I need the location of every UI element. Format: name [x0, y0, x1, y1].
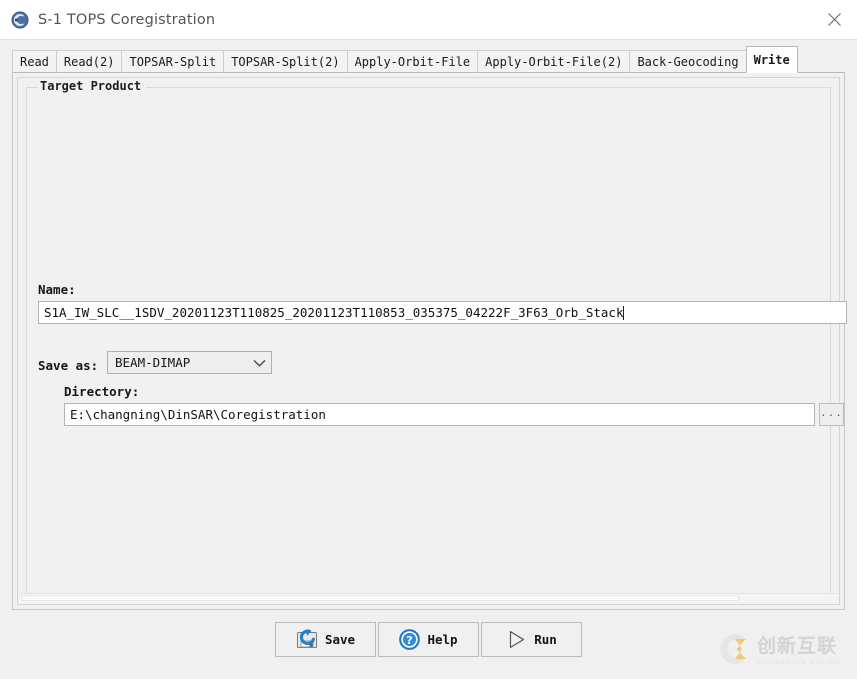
- chevron-down-icon: [247, 359, 271, 367]
- watermark-en-text: CHUANGXIN HULIAN: [757, 657, 841, 666]
- tab-topsar-split[interactable]: TOPSAR-Split: [121, 50, 224, 73]
- tab-strip-filler: [797, 50, 845, 73]
- name-input[interactable]: S1A_IW_SLC__1SDV_20201123T110825_2020112…: [38, 301, 847, 324]
- save-floppy-icon: [296, 629, 318, 650]
- directory-input-value: E:\changning\DinSAR\Coregistration: [70, 407, 326, 422]
- save-as-label: Save as:: [38, 358, 99, 373]
- save-as-format-value: BEAM-DIMAP: [115, 355, 191, 370]
- name-label: Name:: [38, 282, 76, 297]
- horizontal-scrollbar[interactable]: [19, 593, 838, 603]
- help-button-label: Help: [427, 632, 458, 647]
- write-tab-panel: Target Product Name: S1A_IW_SLC__1SDV_20…: [12, 73, 847, 610]
- write-tab-panel-inner: Target Product Name: S1A_IW_SLC__1SDV_20…: [17, 77, 847, 605]
- svg-text:?: ?: [407, 634, 413, 647]
- target-product-group-title: Target Product: [38, 79, 147, 93]
- help-button[interactable]: ? Help: [378, 622, 479, 657]
- tab-apply-orbit-file[interactable]: Apply-Orbit-File: [346, 50, 478, 73]
- directory-label: Directory:: [64, 384, 140, 399]
- tab-apply-orbit-file-2[interactable]: Apply-Orbit-File(2): [477, 50, 630, 73]
- horizontal-scrollbar-thumb[interactable]: [21, 595, 739, 601]
- help-question-icon: ?: [399, 629, 421, 650]
- close-icon[interactable]: [811, 0, 857, 39]
- directory-browse-button[interactable]: ...: [819, 403, 844, 426]
- target-product-group: Target Product Name: S1A_IW_SLC__1SDV_20…: [26, 79, 847, 596]
- directory-input[interactable]: E:\changning\DinSAR\Coregistration: [64, 403, 815, 426]
- tab-read[interactable]: Read: [12, 50, 56, 73]
- run-play-icon: [506, 629, 527, 650]
- dialog-button-row: Save ? Help Run: [0, 622, 857, 658]
- save-as-format-select[interactable]: BEAM-DIMAP: [107, 351, 272, 374]
- save-button-label: Save: [324, 632, 356, 647]
- save-button[interactable]: Save: [275, 622, 376, 657]
- tab-back-geocoding[interactable]: Back-Geocoding: [629, 50, 746, 73]
- tab-topsar-split-2[interactable]: TOPSAR-Split(2): [223, 50, 347, 73]
- title-bar: S-1 TOPS Coregistration: [0, 0, 857, 40]
- tab-strip: Read Read(2) TOPSAR-Split TOPSAR-Split(2…: [12, 46, 845, 74]
- tab-write[interactable]: Write: [745, 46, 798, 73]
- window-title: S-1 TOPS Coregistration: [38, 11, 216, 28]
- name-input-value: S1A_IW_SLC__1SDV_20201123T110825_2020112…: [44, 305, 624, 320]
- snap-app-icon: [11, 11, 29, 29]
- tab-read-2[interactable]: Read(2): [55, 50, 122, 73]
- text-caret: [623, 305, 625, 320]
- run-button[interactable]: Run: [481, 622, 582, 657]
- run-button-label: Run: [534, 632, 557, 647]
